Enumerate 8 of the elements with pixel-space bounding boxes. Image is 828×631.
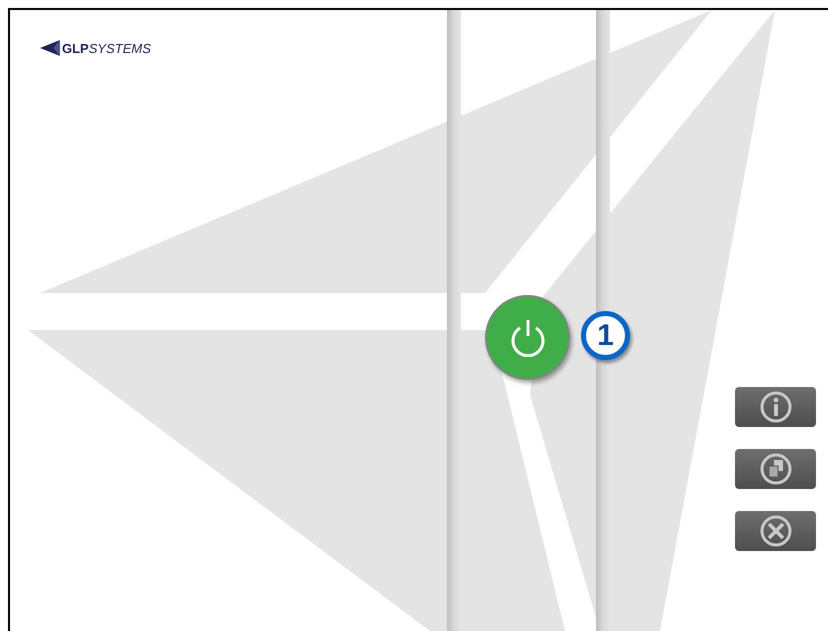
logo-icon [40, 40, 60, 56]
power-icon [510, 318, 546, 356]
logo-text: GLPSYSTEMS [62, 42, 151, 54]
info-icon [760, 391, 792, 423]
copy-button[interactable] [735, 449, 816, 489]
copy-icon [760, 453, 792, 485]
tools-button[interactable] [735, 511, 816, 551]
info-button[interactable] [735, 387, 816, 427]
